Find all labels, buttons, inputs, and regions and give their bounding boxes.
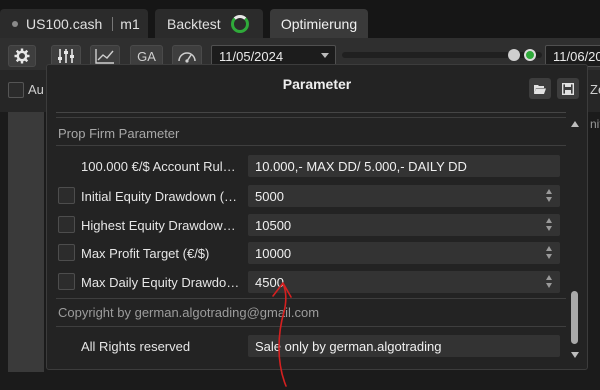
ga-label: GA [137, 48, 156, 64]
param-input-highest-equity-drawdown[interactable]: 10500 [248, 214, 560, 236]
param-value-initial-equity-drawdown: 5000 [255, 188, 284, 204]
background-right-label: Zer [590, 82, 600, 97]
line-chart-icon [95, 49, 114, 64]
title-divider [56, 112, 566, 113]
param-value-max-profit-target: 10000 [255, 245, 292, 261]
tab-backtest-label: Backtest [167, 15, 221, 32]
param-checkbox-highest-equity-drawdown[interactable] [58, 216, 75, 233]
chevron-down-icon [321, 53, 329, 58]
save-icon [562, 82, 574, 95]
gear-icon [14, 48, 30, 64]
scroll-divider [56, 117, 566, 118]
start-date-value: 11/05/2024 [219, 48, 284, 64]
param-label-max-daily-equity-drawdown: Max Daily Equity Drawdo… [81, 275, 240, 290]
tab-backtest[interactable]: Backtest [155, 9, 263, 38]
settings-button[interactable] [8, 45, 36, 67]
param-value-account-rules: 10.000,- MAX DD/ 5.000,- DAILY DD [255, 158, 467, 174]
speedometer-icon [178, 52, 196, 63]
section-divider [56, 145, 566, 146]
dialog-title: Parameter [282, 76, 352, 92]
background-panel [8, 112, 44, 372]
copyright-divider-bottom [56, 326, 566, 327]
sliders-icon [58, 49, 74, 63]
spinner-arrows-icon[interactable] [546, 275, 554, 289]
status-dot-icon [12, 20, 18, 27]
param-field-account-rules[interactable]: 10.000,- MAX DD/ 5.000,- DAILY DD [248, 155, 560, 177]
param-label-initial-equity-drawdown: Initial Equity Drawdown (… [81, 189, 238, 204]
param-label-highest-equity-drawdown: Highest Equity Drawdow… [81, 218, 236, 233]
param-checkbox-max-daily-equity-drawdown[interactable] [58, 273, 75, 290]
timeframe-label: m1 [120, 15, 140, 32]
slider-end-handle[interactable] [524, 49, 536, 61]
param-label-max-profit-target: Max Profit Target (€/$) [81, 246, 210, 261]
save-button[interactable] [557, 78, 579, 99]
param-label-account-rules: 100.000 €/$ Account Rul… [81, 159, 236, 174]
background-left-label: Au [28, 82, 44, 97]
scrollbar-thumb[interactable] [571, 291, 578, 344]
spinner-arrows-icon[interactable] [546, 189, 554, 203]
param-checkbox-initial-equity-drawdown[interactable] [58, 187, 75, 204]
tab-symbol[interactable]: US100.cash m1 [0, 9, 148, 38]
section-header: Prop Firm Parameter [58, 126, 180, 141]
open-file-button[interactable] [529, 78, 551, 99]
tab-optimierung-label: Optimierung [280, 15, 358, 32]
param-input-initial-equity-drawdown[interactable]: 5000 [248, 185, 560, 207]
scroll-down-arrow-icon[interactable] [571, 352, 579, 358]
scroll-up-arrow-icon[interactable] [571, 121, 579, 127]
folder-open-icon [534, 84, 546, 94]
end-date-value: 11/06/20 [553, 48, 600, 64]
copyright-divider-top [56, 298, 566, 299]
param-input-max-profit-target[interactable]: 10000 [248, 242, 560, 264]
tab-divider [112, 16, 114, 31]
loading-spinner-icon [230, 14, 249, 33]
background-right-sub: nit [590, 117, 600, 131]
slider-start-handle[interactable] [508, 49, 520, 61]
param-value-highest-equity-drawdown: 10500 [255, 217, 292, 233]
spinner-arrows-icon[interactable] [546, 246, 554, 260]
tab-optimierung[interactable]: Optimierung [270, 9, 368, 38]
rights-label: All Rights reserved [81, 339, 191, 354]
annotation-arrow-icon [272, 282, 292, 387]
param-checkbox-max-profit-target[interactable] [58, 244, 75, 261]
background-checkbox[interactable] [8, 82, 24, 98]
spinner-arrows-icon[interactable] [546, 218, 554, 232]
symbol-label: US100.cash [26, 15, 103, 32]
